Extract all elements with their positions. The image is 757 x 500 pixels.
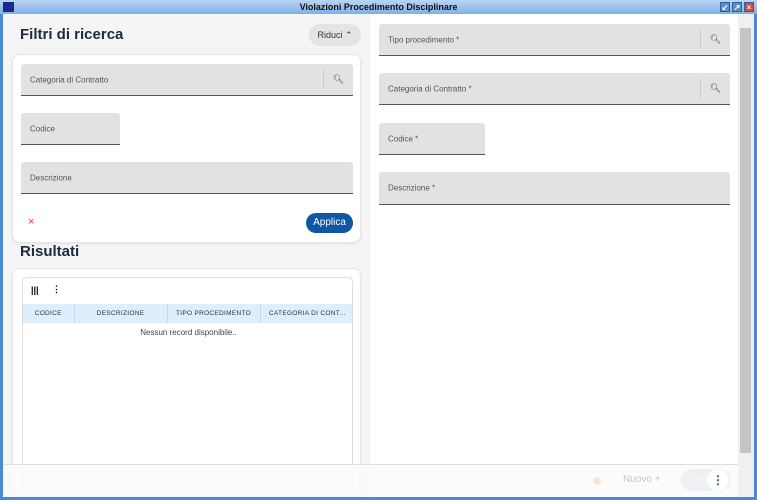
app-icon: [3, 2, 14, 12]
maximize-icon[interactable]: ↗: [732, 2, 742, 12]
window-titlebar: Violazioni Procedimento Disciplinare ↙ ↗ ×: [0, 0, 757, 14]
results-card: ||| ⋮ CODICE DESCRIZIONE TIPO PROCEDIMEN…: [12, 268, 361, 497]
columns-icon[interactable]: |||: [31, 285, 39, 295]
filters-title: Filtri di ricerca: [20, 26, 124, 43]
empty-message: Nessun record disponibile..: [140, 328, 237, 337]
field-label: Tipo procedimento *: [388, 35, 460, 44]
search-icon[interactable]: 🔍︎: [700, 79, 730, 98]
categoria-contratto-field[interactable]: Categoria di Contratto * 🔍︎: [379, 73, 730, 105]
new-label: Nuovo: [623, 474, 652, 485]
window-content: Filtri di ricerca Riduci ⌃ Categoria di …: [3, 14, 754, 497]
scroll-thumb[interactable]: [740, 28, 751, 453]
apply-button[interactable]: Applica: [306, 213, 353, 233]
field-label: Codice *: [388, 134, 419, 143]
field-label: Categoria di Contratto *: [388, 84, 472, 93]
action-footer: Nuovo + Salva ⋮: [3, 464, 738, 497]
filter-panel: Filtri di ricerca Riduci ⌃ Categoria di …: [3, 14, 370, 497]
column-header-descrizione[interactable]: DESCRIZIONE: [74, 304, 168, 323]
categoria-contratto-filter[interactable]: Categoria di Contratto 🔍︎: [21, 64, 353, 96]
field-label: Codice: [30, 124, 55, 133]
column-header-codice[interactable]: CODICE: [23, 304, 75, 323]
field-label: Descrizione: [30, 173, 72, 182]
column-header-categoria[interactable]: CATEGORIA DI CONT...: [260, 304, 352, 323]
results-grid: ||| ⋮ CODICE DESCRIZIONE TIPO PROCEDIMEN…: [22, 277, 353, 492]
chevron-up-icon: ⌃: [344, 30, 353, 40]
search-icon[interactable]: 🔍︎: [700, 30, 730, 49]
collapse-label: Riduci: [317, 30, 343, 40]
more-actions-icon[interactable]: ⋮: [707, 469, 729, 491]
codice-filter[interactable]: Codice: [21, 113, 120, 145]
search-icon[interactable]: 🔍︎: [323, 70, 353, 89]
minimize-icon[interactable]: ↙: [720, 2, 730, 12]
cancel-icon[interactable]: [593, 477, 601, 485]
detail-form: Tipo procedimento * 🔍︎ Categoria di Contr…: [370, 14, 738, 497]
codice-field[interactable]: Codice *: [379, 123, 485, 155]
field-label: Categoria di Contratto: [30, 75, 109, 84]
results-table: CODICE DESCRIZIONE TIPO PROCEDIMENTO CAT…: [23, 304, 352, 323]
new-button[interactable]: Nuovo +: [623, 474, 661, 485]
descrizione-filter[interactable]: Descrizione: [21, 162, 353, 194]
field-label: Descrizione *: [388, 183, 436, 193]
column-header-tipo-procedimento[interactable]: TIPO PROCEDIMENTO: [167, 304, 261, 323]
window-title: Violazioni Procedimento Disciplinare: [299, 2, 458, 12]
vertical-scrollbar[interactable]: [738, 14, 754, 497]
clear-filters-icon[interactable]: ×: [28, 216, 34, 228]
results-title: Risultati: [20, 243, 80, 260]
close-icon[interactable]: ×: [744, 2, 754, 12]
more-vert-icon[interactable]: ⋮: [52, 284, 61, 295]
collapse-button[interactable]: Riduci ⌃: [309, 24, 361, 46]
tipo-procedimento-field[interactable]: Tipo procedimento * 🔍︎: [379, 24, 730, 56]
descrizione-field[interactable]: Descrizione *: [379, 172, 730, 205]
